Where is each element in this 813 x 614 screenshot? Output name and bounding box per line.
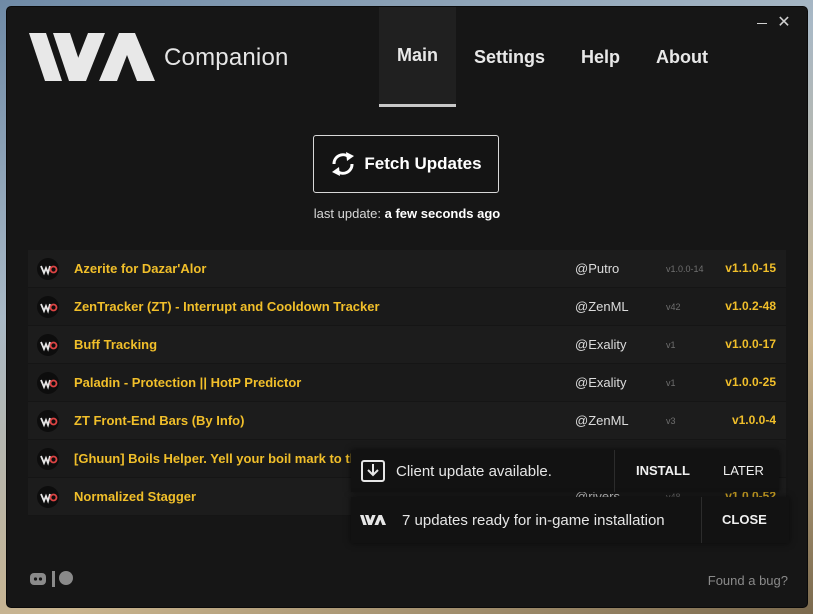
later-button[interactable]: LATER [723,463,764,478]
divider [614,450,615,492]
ingame-updates-notification: 7 updates ready for in-game installation… [351,497,789,543]
fetch-updates-label: Fetch Updates [364,154,482,173]
discord-icon[interactable] [29,571,47,587]
aura-author: @ZenML [575,413,629,428]
aura-author: @Putro [575,261,620,276]
last-update-value: a few seconds ago [384,206,501,221]
aura-author: @Exality [575,375,627,390]
aura-row[interactable]: ZenTracker (ZT) - Interrupt and Cooldown… [28,288,786,326]
main-nav: Main Settings Help About [379,7,726,107]
aura-local-version: v1 [666,340,676,350]
tab-about[interactable]: About [638,7,726,107]
aura-icon [37,372,59,394]
aura-latest-version: v1.0.0-25 [725,375,776,389]
wa-logo-icon [29,33,155,81]
aura-latest-version: v1.0.0-17 [725,337,776,351]
aura-name[interactable]: Paladin - Protection || HotP Predictor [74,375,301,390]
divider [701,497,702,543]
aura-row[interactable]: Azerite for Dazar'Alor @Putro v1.0.0-14 v1.… [28,250,786,288]
close-window-button[interactable]: ✕ [777,15,791,31]
client-update-notification: Client update available. INSTALL LATER [351,450,779,492]
wa-small-icon [360,512,386,528]
aura-name[interactable]: Normalized Stagger [74,489,196,504]
tab-main[interactable]: Main [379,7,457,107]
aura-icon [37,410,59,432]
aura-row[interactable]: ZT Front-End Bars (By Info) @ZenML v3 v1.0.… [28,402,786,440]
aura-icon [37,296,59,318]
header: Companion Main Settings Help About ✕ [7,7,807,107]
install-button[interactable]: INSTALL [636,463,690,478]
footer-icons [29,570,75,588]
aura-row[interactable]: Buff Tracking @Exality v1 v1.0.0-17 [28,326,786,364]
aura-name[interactable]: ZT Front-End Bars (By Info) [74,413,244,428]
patreon-icon[interactable] [51,570,75,588]
aura-latest-version: v1.0.0-4 [731,413,776,427]
fetch-updates-button[interactable]: Fetch Updates [313,135,499,193]
app-title: Companion [164,44,289,71]
aura-name[interactable]: ZenTracker (ZT) - Interrupt and Cooldown… [74,299,380,314]
aura-icon [37,258,59,280]
aura-icon [37,486,59,508]
aura-author: @ZenML [575,299,629,314]
aura-name[interactable]: Buff Tracking [74,337,157,352]
last-update-text: last update: a few seconds ago [313,206,501,221]
app-window: Companion Main Settings Help About ✕ Fet… [7,7,807,607]
aura-local-version: v42 [666,302,681,312]
found-bug-link[interactable]: Found a bug? [708,573,788,588]
aura-icon [37,334,59,356]
tab-settings[interactable]: Settings [456,7,563,107]
aura-name[interactable]: Azerite for Dazar'Alor [74,261,206,276]
aura-latest-version: v1.1.0-15 [725,261,776,275]
aura-latest-version: v1.0.2-48 [725,299,776,313]
refresh-icon [332,152,355,176]
aura-icon [37,448,59,470]
aura-local-version: v3 [666,416,676,426]
download-icon [360,460,386,482]
close-notification-button[interactable]: CLOSE [722,512,767,527]
aura-local-version: v1 [666,378,676,388]
aura-author: @Exality [575,337,627,352]
client-update-text: Client update available. [396,462,552,480]
tab-help[interactable]: Help [563,7,638,107]
ingame-updates-text: 7 updates ready for in-game installation [402,511,665,529]
aura-local-version: v1.0.0-14 [666,264,704,274]
aura-row[interactable]: Paladin - Protection || HotP Predictor @E… [28,364,786,402]
minimize-button[interactable] [755,16,769,30]
